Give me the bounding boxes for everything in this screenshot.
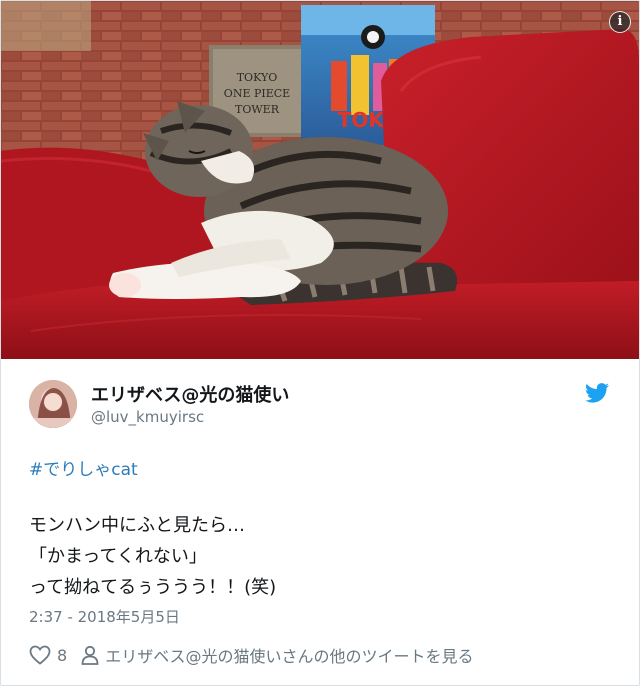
avatar-image [29, 380, 77, 428]
user-display-name[interactable]: エリザベス@光の猫使い [91, 381, 289, 407]
more-tweets-link[interactable]: エリザベス@光の猫使いさんの他のツイートを見る [105, 643, 473, 667]
twitter-bird-icon[interactable] [585, 383, 609, 403]
heart-icon[interactable] [29, 645, 51, 665]
svg-text:ONE PIECE: ONE PIECE [224, 87, 290, 100]
tweet-text-line: モンハン中にふと見たら… [29, 515, 245, 536]
embedded-tweet-card: TOKYO ONE PIECE TOWER TOKY i エリザベス@光の猫使い… [0, 0, 640, 686]
tweet-timestamp[interactable]: 2:37 - 2018年5月5日 [29, 606, 180, 627]
avatar[interactable] [29, 380, 77, 428]
tweet-body: エリザベス@光の猫使い @luv_kmuyirsc #でりしゃcat モンハン中… [1, 359, 639, 685]
svg-text:TOWER: TOWER [235, 103, 280, 116]
hashtag-link[interactable]: #でりしゃcat [29, 455, 138, 480]
info-icon[interactable]: i [609, 11, 631, 33]
tweet-actions: 8 エリザベス@光の猫使いさんの他のツイートを見る [29, 643, 474, 667]
like-count[interactable]: 8 [57, 646, 67, 665]
cat-on-sofa-photo: TOKYO ONE PIECE TOWER TOKY [1, 1, 639, 359]
tweet-photo[interactable]: TOKYO ONE PIECE TOWER TOKY i [1, 1, 639, 359]
person-icon[interactable] [81, 645, 99, 665]
user-handle[interactable]: @luv_kmuyirsc [91, 408, 204, 426]
svg-text:TOKYO: TOKYO [237, 71, 278, 84]
tweet-text-line: 「かまってくれない」 [29, 546, 207, 567]
tweet-text-line: って拗ねてるぅううう！！(笑) [29, 577, 277, 598]
